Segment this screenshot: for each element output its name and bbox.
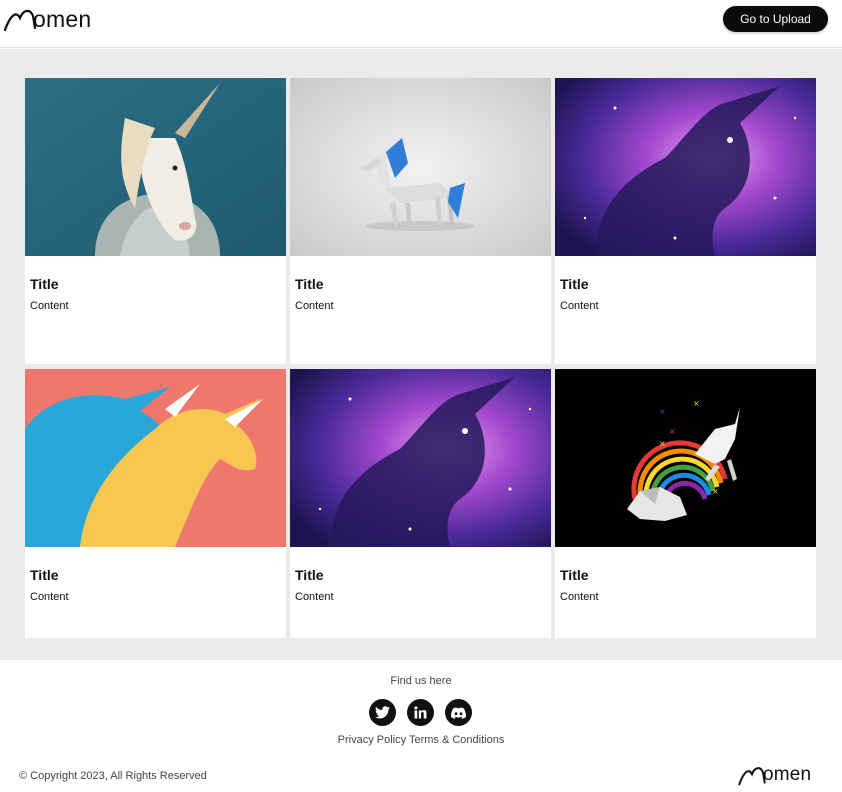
card-image-rainbow-unicorn[interactable]: × × × × × × — [555, 369, 816, 547]
card-grid: Title Content Title Content Title Conten… — [25, 78, 817, 638]
logo-m-mark-icon — [738, 767, 766, 786]
card-image-blue-yellow-unicorns[interactable] — [25, 369, 286, 547]
card-title: Title — [295, 567, 324, 583]
svg-text:×: × — [693, 399, 700, 408]
footer-links: Privacy Policy Terms & Conditions — [0, 734, 842, 746]
privacy-policy-link[interactable]: Privacy Policy — [338, 734, 406, 746]
card-image-unicorn-hoodie[interactable] — [25, 78, 286, 256]
svg-text:×: × — [669, 427, 676, 436]
site-header: omen Go to Upload — [0, 0, 842, 48]
card-title: Title — [560, 276, 589, 292]
site-footer: Find us here Privacy Policy Terms & Cond… — [0, 660, 842, 792]
twitter-icon[interactable] — [369, 699, 396, 726]
discord-icon[interactable] — [445, 699, 472, 726]
card-title: Title — [30, 276, 59, 292]
card-content: Content — [560, 300, 599, 312]
linkedin-icon[interactable] — [407, 699, 434, 726]
card-title: Title — [30, 567, 59, 583]
card[interactable]: Title Content — [290, 369, 551, 638]
card-image-origami-unicorn[interactable] — [290, 78, 551, 256]
card[interactable]: Title Content — [25, 369, 286, 638]
card[interactable]: Title Content — [25, 78, 286, 364]
go-to-upload-button[interactable]: Go to Upload — [723, 6, 828, 32]
card[interactable]: Title Content — [290, 78, 551, 364]
brand-name: omen — [33, 6, 92, 32]
svg-text:×: × — [659, 439, 666, 448]
svg-text:×: × — [659, 407, 666, 416]
card-content: Content — [295, 591, 334, 603]
terms-link[interactable]: Terms & Conditions — [409, 734, 504, 746]
card-title: Title — [295, 276, 324, 292]
card[interactable]: Title Content — [555, 78, 816, 364]
card-content: Content — [295, 300, 334, 312]
card-content: Content — [30, 300, 69, 312]
gallery-area: Title Content Title Content Title Conten… — [0, 49, 842, 660]
footer-brand-logo[interactable]: omen — [738, 764, 811, 786]
svg-text:×: × — [712, 487, 719, 496]
social-links — [369, 699, 472, 726]
card-image-galaxy-unicorn[interactable] — [555, 78, 816, 256]
footer-brand-name: omen — [763, 764, 812, 785]
svg-text:×: × — [723, 472, 730, 481]
logo-m-mark-icon — [4, 9, 36, 32]
find-us-label: Find us here — [390, 675, 452, 687]
brand-logo[interactable]: omen — [4, 6, 91, 32]
card[interactable]: × × × × × × Title Content — [555, 369, 816, 638]
card-content: Content — [30, 591, 69, 603]
card-content: Content — [560, 591, 599, 603]
card-image-galaxy-unicorn[interactable] — [290, 369, 551, 547]
card-title: Title — [560, 567, 589, 583]
copyright-text: © Copyright 2023, All Rights Reserved — [19, 770, 207, 782]
